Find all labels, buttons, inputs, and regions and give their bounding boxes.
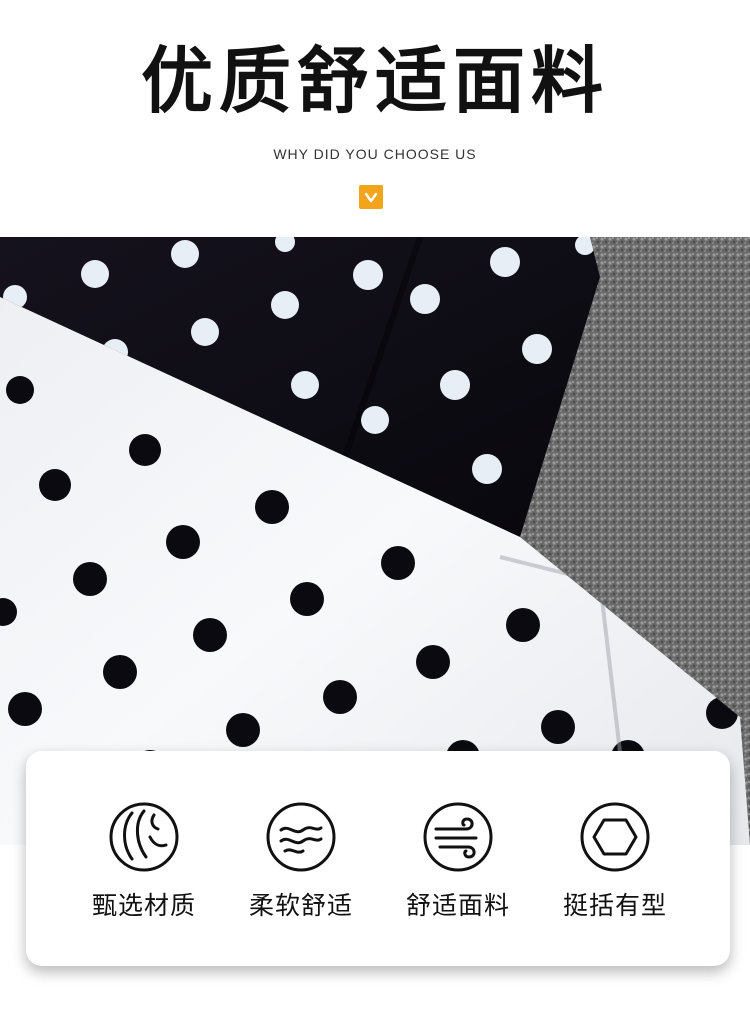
chevron-down-icon bbox=[364, 192, 378, 203]
feature-item: 甄选材质 bbox=[59, 801, 229, 921]
feature-item: 柔软舒适 bbox=[216, 801, 386, 921]
feature-label: 甄选材质 bbox=[91, 891, 196, 920]
feature-item: 舒适面料 bbox=[373, 801, 543, 921]
feature-label: 挺括有型 bbox=[562, 891, 667, 920]
feature-card: 甄选材质 柔软舒适 舒适面料 挺括有型 bbox=[26, 751, 730, 966]
fiber-icon bbox=[109, 802, 179, 872]
page-title: 优质舒适面料 bbox=[140, 39, 609, 123]
page-subtitle: WHY DID YOU CHOOSE US bbox=[273, 146, 477, 162]
breathable-wind-icon bbox=[423, 802, 493, 872]
feature-item: 挺括有型 bbox=[530, 801, 700, 921]
hexagon-icon bbox=[580, 802, 650, 872]
feature-label: 柔软舒适 bbox=[248, 891, 353, 920]
product-detail-page: 优质舒适面料 WHY DID YOU CHOOSE US 甄选材质 柔软舒适 舒… bbox=[0, 0, 750, 1024]
scroll-down-badge bbox=[359, 185, 383, 209]
feature-label: 舒适面料 bbox=[405, 891, 510, 920]
soft-wave-icon bbox=[266, 802, 336, 872]
